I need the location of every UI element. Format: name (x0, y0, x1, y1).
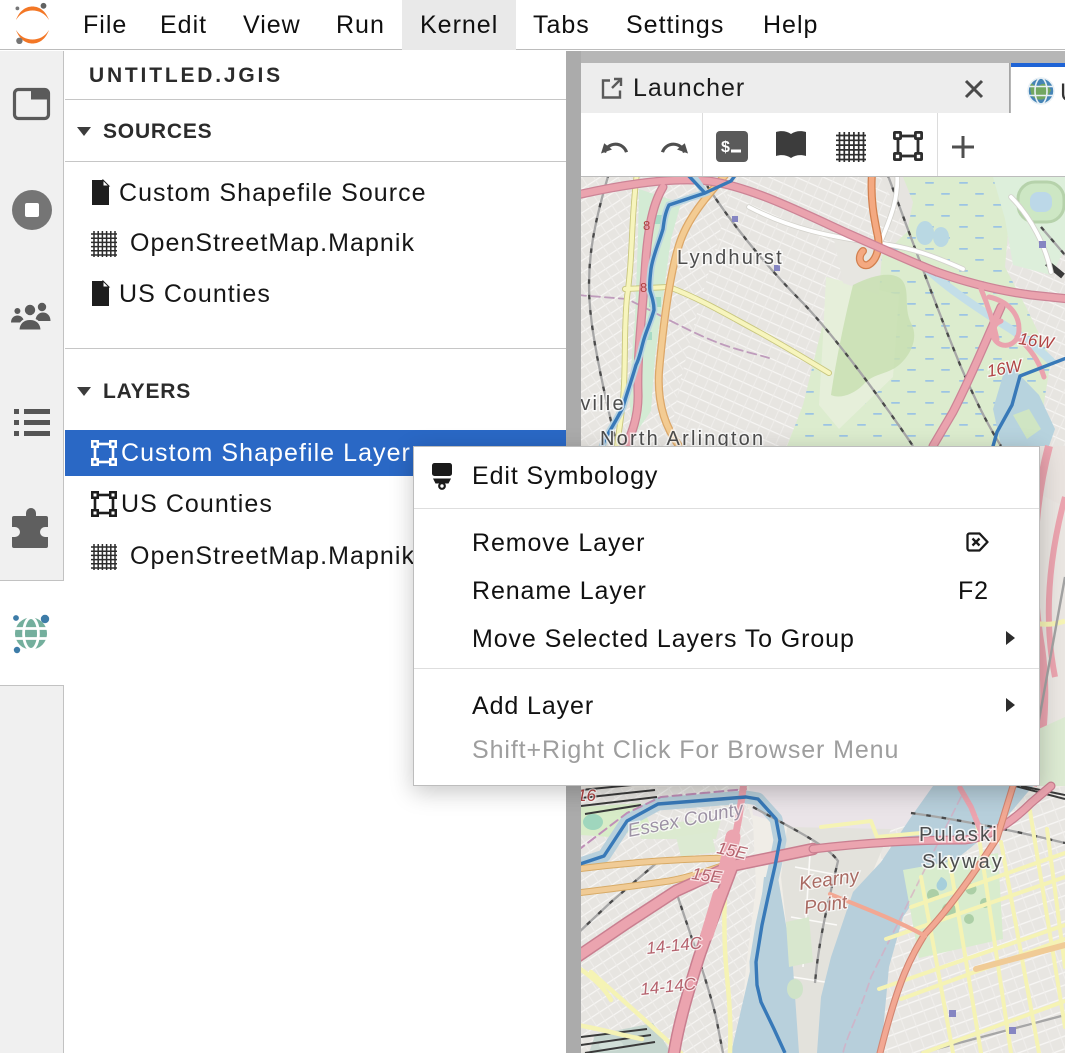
svg-text:Lyndhurst: Lyndhurst (677, 247, 784, 269)
svg-text:$: $ (721, 139, 730, 156)
svg-text:16: 16 (581, 786, 596, 805)
svg-text:Skyway: Skyway (922, 851, 1004, 873)
svg-text:8: 8 (643, 218, 650, 233)
svg-text:Pulaski: Pulaski (919, 824, 999, 846)
svg-text:eville: eville (581, 393, 626, 415)
svg-text:8: 8 (640, 280, 647, 295)
